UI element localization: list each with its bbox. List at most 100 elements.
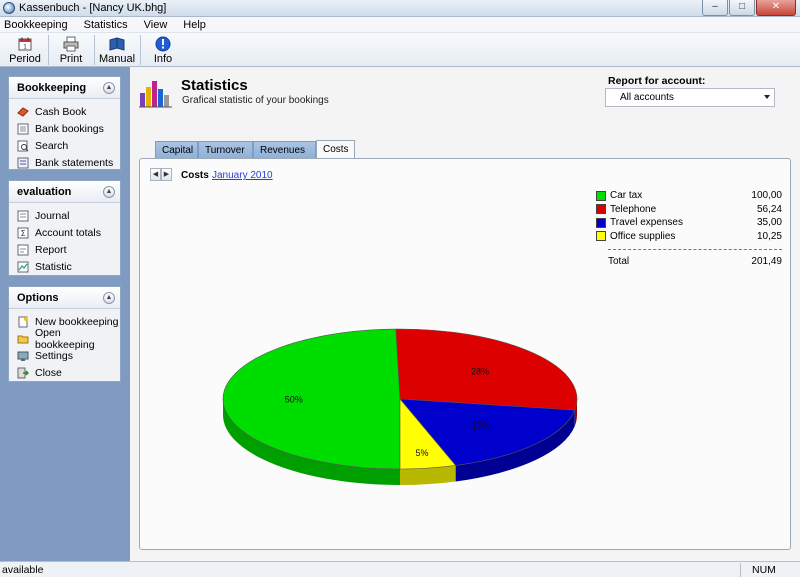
bank-icon — [17, 123, 29, 134]
sidebar-item-label: Bank statements — [35, 156, 114, 169]
calendar-icon: 1 — [18, 37, 32, 51]
sidebar-item-label: Settings — [35, 349, 73, 362]
window-title: Kassenbuch - [Nancy UK.bhg] — [19, 2, 167, 14]
previous-period-button[interactable]: ◀ — [150, 168, 161, 181]
sidebar-item-open-bookkeeping[interactable]: Open bookkeeping — [17, 327, 120, 351]
report-account-select[interactable]: All accounts — [605, 88, 775, 107]
sidebar-item-close[interactable]: Close — [17, 364, 120, 381]
info-icon — [155, 36, 171, 52]
search-icon — [17, 140, 29, 151]
toolbar-separator — [94, 35, 95, 65]
bookkeeping-panel: Bookkeeping ▲ Cash Book Bank bookings Se… — [8, 76, 121, 170]
menu-bookkeeping[interactable]: Bookkeeping — [4, 19, 68, 31]
status-separator — [740, 563, 741, 577]
legend-total-label: Total — [608, 256, 630, 267]
legend-swatch — [596, 204, 606, 215]
toolbar: 1 Period Print Manual Info — [0, 33, 800, 67]
menu-view[interactable]: View — [144, 19, 168, 31]
sidebar-item-bank-bookings[interactable]: Bank bookings — [17, 120, 120, 137]
folder-icon — [17, 335, 29, 343]
next-period-button[interactable]: ▶ — [161, 168, 172, 181]
sidebar-item-statistic[interactable]: Statistic — [17, 258, 120, 275]
legend-item: Travel expenses 35,00 — [596, 216, 782, 230]
minimize-button[interactable]: – — [702, 0, 728, 16]
legend-value: 10,25 — [756, 230, 782, 242]
legend-separator — [608, 249, 782, 250]
menu-statistics[interactable]: Statistics — [84, 19, 128, 31]
sidebar: Bookkeeping ▲ Cash Book Bank bookings Se… — [0, 67, 130, 561]
sidebar-item-label: Cash Book — [35, 105, 87, 118]
options-panel: Options ▲ New bookkeeping Open bookkeepi… — [8, 286, 121, 382]
legend-swatch — [596, 217, 606, 228]
tab-bar: Capital Turnover Revenues Costs — [155, 140, 355, 158]
chart-panel: ◀ ▶ Costs January 2010 50% 28% 17% 5% Car t… — [139, 158, 791, 550]
manual-button[interactable]: Manual — [98, 33, 136, 65]
legend-total-value: 201,49 — [751, 256, 782, 267]
bookkeeping-panel-header[interactable]: Bookkeeping ▲ — [9, 77, 120, 99]
pie-slice-label: 5% — [415, 448, 428, 458]
collapse-icon[interactable]: ▲ — [103, 185, 115, 198]
page-subtitle: Grafical statistic of your bookings — [182, 95, 329, 106]
chevron-down-icon — [764, 95, 770, 99]
options-panel-header[interactable]: Options ▲ — [9, 287, 120, 309]
main-content: Statistics Grafical statistic of your bo… — [130, 67, 800, 561]
legend-item: Telephone 56,24 — [596, 203, 782, 217]
panel-title: Bookkeeping — [17, 81, 87, 94]
close-window-button[interactable]: ✕ — [756, 0, 796, 16]
statistic-icon — [17, 261, 29, 272]
app-icon — [3, 2, 15, 14]
report-account-value: All accounts — [620, 92, 674, 103]
period-button[interactable]: 1 Period — [6, 33, 44, 65]
svg-text:1: 1 — [23, 44, 27, 51]
print-button[interactable]: Print — [52, 33, 90, 65]
sidebar-item-account-totals[interactable]: Σ Account totals — [17, 224, 120, 241]
chart-period-link[interactable]: January 2010 — [212, 170, 273, 181]
sidebar-item-label: Journal — [35, 209, 70, 222]
info-button[interactable]: Info — [144, 33, 182, 65]
toolbar-separator — [48, 35, 49, 65]
sidebar-item-label: Open bookkeeping — [35, 326, 95, 351]
chart-label: Costs — [181, 170, 209, 181]
maximize-button[interactable]: □ — [729, 0, 755, 16]
report-icon — [17, 244, 29, 255]
sidebar-item-journal[interactable]: Journal — [17, 207, 120, 224]
tab-turnover[interactable]: Turnover — [198, 141, 253, 158]
print-label: Print — [59, 53, 83, 65]
collapse-icon[interactable]: ▲ — [103, 291, 115, 304]
page-title: Statistics — [181, 77, 248, 94]
tab-capital[interactable]: Capital — [155, 141, 198, 158]
sidebar-item-cash-book[interactable]: Cash Book — [17, 103, 120, 120]
pie-slice-label: 50% — [285, 394, 303, 404]
info-label: Info — [153, 53, 173, 65]
legend-value: 56,24 — [756, 203, 782, 215]
legend-value: 100,00 — [751, 190, 782, 202]
tab-revenues[interactable]: Revenues — [253, 141, 316, 158]
menu-help[interactable]: Help — [183, 19, 206, 31]
sidebar-item-report[interactable]: Report — [17, 241, 120, 258]
settings-icon — [17, 351, 29, 361]
evaluation-panel: evaluation ▲ Journal Σ Account totals Re… — [8, 180, 121, 276]
manual-label: Manual — [98, 53, 136, 65]
new-icon — [18, 316, 28, 327]
legend-value: 35,00 — [756, 217, 782, 229]
window-controls: – □ ✕ — [702, 0, 796, 16]
tab-costs[interactable]: Costs — [316, 140, 355, 158]
sidebar-item-bank-statements[interactable]: Bank statements — [17, 154, 120, 171]
svg-text:Σ: Σ — [20, 229, 25, 238]
num-lock-indicator: NUM — [752, 564, 776, 576]
pie-chart: 50% 28% 17% 5% — [222, 328, 578, 485]
statement-icon — [17, 157, 29, 168]
collapse-icon[interactable]: ▲ — [103, 81, 115, 94]
legend-swatch — [596, 231, 606, 242]
cashbook-icon — [17, 106, 29, 117]
evaluation-panel-header[interactable]: evaluation ▲ — [9, 181, 120, 203]
book-icon — [109, 37, 125, 51]
panel-title: evaluation — [17, 185, 72, 198]
legend-label: Car tax — [610, 190, 643, 202]
panel-title: Options — [17, 291, 59, 304]
sidebar-item-label: Statistic — [35, 260, 72, 273]
status-text: available — [2, 564, 44, 576]
legend-label: Travel expenses — [610, 217, 683, 229]
sidebar-item-search[interactable]: Search — [17, 137, 120, 154]
legend-item: Office supplies 10,25 — [596, 230, 782, 244]
